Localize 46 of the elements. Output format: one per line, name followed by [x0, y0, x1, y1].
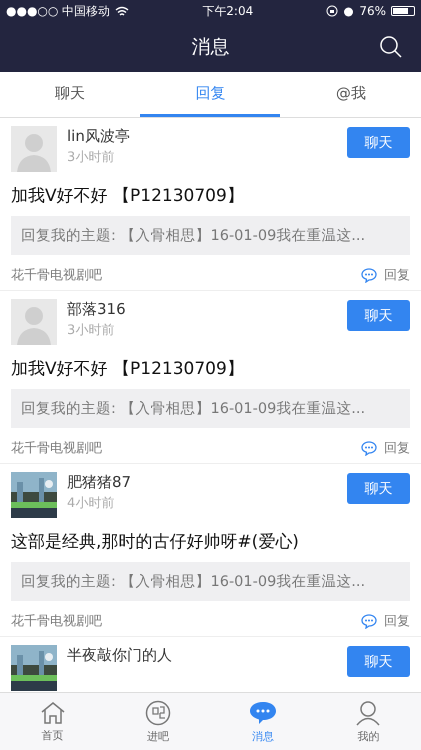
quoted-topic[interactable]: 回复我的主题: 【入骨相思】16-01-09我在重温这...: [11, 562, 410, 601]
page-title: 消息: [192, 35, 230, 60]
comment-icon: [361, 614, 377, 628]
comment-icon: [361, 268, 377, 282]
quoted-topic[interactable]: 回复我的主题: 【入骨相思】16-01-09我在重温这...: [11, 216, 410, 255]
reply-text: 这部是经典,那时的古仔好帅呀#(爱心): [11, 531, 300, 553]
carrier-text: ●●●○○ 中国移动: [6, 2, 110, 20]
reply-text: 加我V好不好 【P12130709】: [11, 185, 245, 207]
tab-bar-item[interactable]: 首页: [0, 693, 106, 750]
tab-bar-item[interactable]: 我的: [316, 693, 421, 750]
circle-icon: [144, 700, 171, 726]
person-icon: [355, 700, 382, 726]
reply-text: 加我V好不好 【P12130709】: [11, 358, 245, 380]
comment-icon: [361, 440, 377, 456]
username[interactable]: 部落316: [67, 300, 337, 319]
wifi-icon: [115, 6, 130, 16]
tab-bar-item[interactable]: 进吧: [105, 693, 210, 750]
battery-text: 76%: [359, 4, 386, 18]
chat-button[interactable]: 聊天: [347, 127, 410, 158]
alarm-icon: [343, 6, 354, 16]
chat-button[interactable]: 聊天: [347, 473, 410, 504]
username[interactable]: lin风波亭: [67, 127, 337, 146]
chat-bubble-icon: [249, 700, 278, 726]
timestamp: 3小时前: [67, 322, 116, 339]
tab[interactable]: 聊天: [0, 72, 140, 117]
username[interactable]: 肥猪猪87: [67, 473, 337, 492]
forum-name[interactable]: 花千骨电视剧吧: [11, 439, 102, 457]
reply-button[interactable]: 回复: [361, 266, 410, 284]
rotation-lock-icon: [326, 5, 338, 17]
chat-button[interactable]: 聊天: [347, 300, 410, 331]
chat-button[interactable]: 聊天: [347, 646, 410, 677]
tab[interactable]: @我: [280, 72, 421, 117]
reply-button[interactable]: 回复: [361, 612, 410, 630]
forum-name[interactable]: 花千骨电视剧吧: [11, 266, 102, 284]
quoted-topic[interactable]: 回复我的主题: 【入骨相思】16-01-09我在重温这...: [11, 389, 410, 428]
username[interactable]: 半夜敲你门的人: [67, 646, 337, 665]
clock-text: 下午2:04: [202, 2, 254, 20]
tab-bar-item[interactable]: 消息: [210, 693, 316, 750]
timestamp: 4小时前: [67, 495, 116, 512]
home-icon: [40, 700, 66, 724]
search-icon[interactable]: [379, 35, 403, 59]
timestamp: 3小时前: [67, 149, 116, 166]
forum-name[interactable]: 花千骨电视剧吧: [11, 612, 102, 630]
reply-button[interactable]: 回复: [361, 439, 410, 457]
battery-icon: [390, 6, 415, 16]
tab[interactable]: 回复: [140, 72, 280, 117]
